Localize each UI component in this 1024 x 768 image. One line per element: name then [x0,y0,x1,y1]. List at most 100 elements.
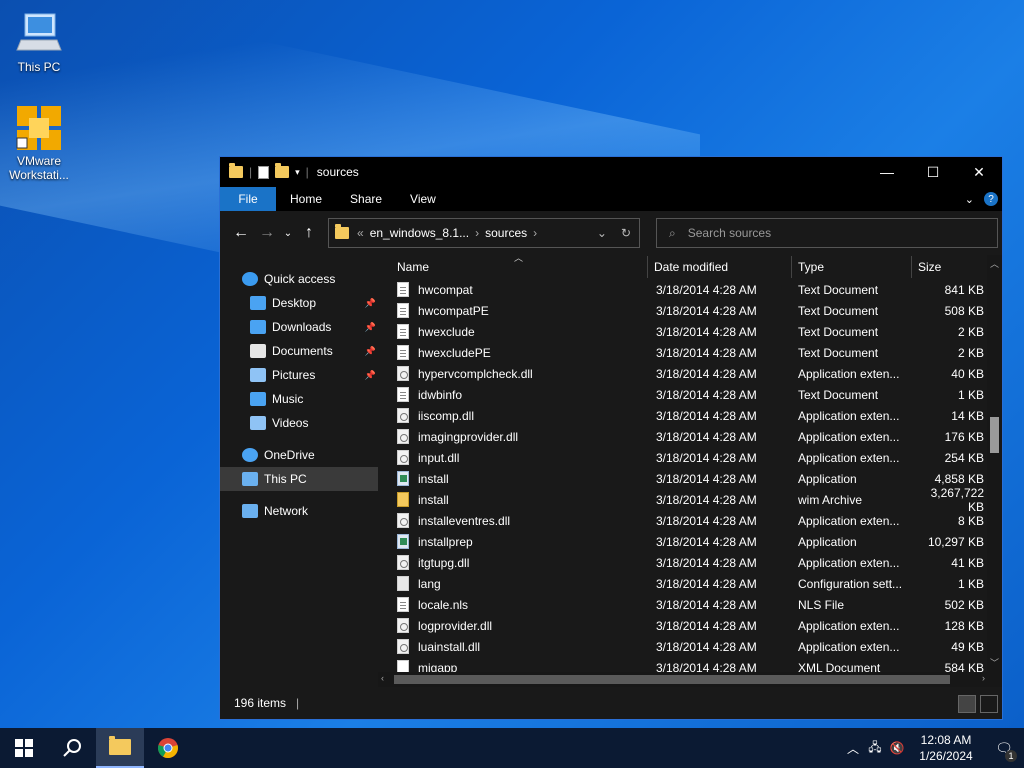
column-header-name[interactable]: Name [378,256,648,278]
chrome-taskbar-button[interactable] [144,728,192,768]
nav-item[interactable]: Quick access [220,267,378,291]
back-arrow-icon[interactable]: ← [228,224,254,242]
file-row[interactable]: input.dll 3/18/2014 4:28 AM Application ex… [378,447,1002,468]
file-name-cell: hwexclude [378,324,648,339]
file-size: 10,297 KB [927,534,984,549]
nav-item[interactable]: Music [220,387,378,411]
tab-file[interactable]: File [220,187,276,211]
file-row[interactable]: installprep 3/18/2014 4:28 AM Application 1… [378,531,1002,552]
nav-item[interactable]: Documents 📌 [220,339,378,363]
file-type: wim Archive [798,492,863,507]
scroll-down-icon[interactable]: ﹀ [987,656,1002,669]
volume-muted-icon[interactable]: 🔇 [886,741,908,755]
file-name: hwexclude [418,324,475,339]
search-taskbar-button[interactable] [48,728,96,768]
refresh-icon[interactable]: ↻ [621,226,631,240]
file-type: Application exten... [798,639,900,654]
address-bar[interactable]: « en_windows_8.1... › sources › ⌄ ↻ [328,218,640,248]
nav-item[interactable]: Downloads 📌 [220,315,378,339]
vertical-scrollbar[interactable]: ︿ ﹀ [987,255,1002,687]
breadcrumb-parent[interactable]: en_windows_8.1... [370,226,469,240]
tab-view[interactable]: View [396,187,450,211]
file-type: Application exten... [798,366,900,381]
file-name: logprovider.dll [418,618,493,633]
file-row[interactable]: luainstall.dll 3/18/2014 4:28 AM Applicati… [378,636,1002,657]
scroll-right-icon[interactable]: › [982,673,985,683]
file-date: 3/18/2014 4:28 AM [656,639,757,654]
file-row[interactable]: installeventres.dll 3/18/2014 4:28 AM Appl… [378,510,1002,531]
file-row[interactable]: idwbinfo 3/18/2014 4:28 AM Text Document 1 … [378,384,1002,405]
horizontal-scrollbar[interactable]: ‹ › [378,672,988,687]
file-name-cell: itgtupg.dll [378,555,648,570]
file-explorer-taskbar-button[interactable] [96,728,144,768]
details-view-icon[interactable] [958,695,976,713]
nav-item[interactable]: OneDrive [220,443,378,467]
column-header-date[interactable]: Date modified [648,256,792,278]
expand-ribbon-icon[interactable]: ⌄ [965,193,974,206]
file-row[interactable]: itgtupg.dll 3/18/2014 4:28 AM Application … [378,552,1002,573]
forward-arrow-icon[interactable]: → [254,224,280,242]
file-row[interactable]: logprovider.dll 3/18/2014 4:28 AM Applicat… [378,615,1002,636]
file-name-cell: input.dll [378,450,648,465]
network-icon[interactable]: 🖧 [864,738,886,759]
file-name-cell: imagingprovider.dll [378,429,648,444]
file-size: 176 KB [944,429,984,444]
title-bar[interactable]: | ▾ | sources — ☐ ✕ [220,157,1002,187]
large-icons-view-icon[interactable] [980,695,998,713]
file-size: 508 KB [944,303,984,318]
column-header-type[interactable]: Type [792,256,912,278]
file-row[interactable]: locale.nls 3/18/2014 4:28 AM NLS File 502 K… [378,594,1002,615]
file-row[interactable]: hwexcludePE 3/18/2014 4:28 AM Text Documen… [378,342,1002,363]
chevron-down-icon[interactable]: ▾ [295,167,300,178]
close-button[interactable]: ✕ [956,157,1002,187]
clock[interactable]: 12:08 AM 1/26/2024 [908,732,984,764]
properties-icon[interactable] [258,165,270,179]
pictures-icon [250,368,266,382]
file-row[interactable]: hypervcomplcheck.dll 3/18/2014 4:28 AM App… [378,363,1002,384]
overflow-chevron[interactable]: « [357,226,364,240]
desktop-icon-this-pc[interactable]: This PC [2,10,76,74]
scrollbar-thumb[interactable] [394,675,950,684]
nav-item[interactable]: Pictures 📌 [220,363,378,387]
new-folder-icon[interactable] [275,163,290,178]
breadcrumb-current[interactable]: sources [485,226,527,240]
file-name: install [418,492,449,507]
file-name: installeventres.dll [418,513,511,528]
scroll-up-icon[interactable]: ︿ [987,257,1002,270]
action-center-button[interactable]: 🗨 1 [984,740,1024,762]
up-arrow-icon[interactable]: ↑ [296,224,322,242]
file-date: 3/18/2014 4:28 AM [656,345,757,360]
file-row[interactable]: lang 3/18/2014 4:28 AM Configuration sett.… [378,573,1002,594]
tab-share[interactable]: Share [336,187,396,211]
pin-icon: 📌 [364,321,376,332]
scroll-left-icon[interactable]: ‹ [381,673,384,683]
show-hidden-icons-icon[interactable]: ︿ [842,740,864,757]
nav-item[interactable]: Videos [220,411,378,435]
nav-item[interactable]: Desktop 📌 [220,291,378,315]
minimize-button[interactable]: — [864,157,910,187]
file-type: Text Document [798,282,879,297]
search-box[interactable]: ⌕ Search sources [656,218,998,248]
nav-item-label: This PC [264,472,307,486]
desktop-icon-vmware[interactable]: VMware Workstati... [2,104,76,182]
column-header-size[interactable]: Size [912,256,984,278]
tab-home[interactable]: Home [276,187,336,211]
file-row[interactable]: hwcompat 3/18/2014 4:28 AM Text Document 84… [378,279,1002,300]
file-row[interactable]: hwexclude 3/18/2014 4:28 AM Text Document 2… [378,321,1002,342]
nav-item[interactable]: Network [220,499,378,523]
file-row[interactable]: install 3/18/2014 4:28 AM wim Archive 3,267… [378,486,1002,514]
nav-item[interactable]: This PC [220,467,378,491]
file-name: hypervcomplcheck.dll [418,366,533,381]
address-dropdown-icon[interactable]: ⌄ [597,226,607,240]
file-row[interactable]: install 3/18/2014 4:28 AM Application 4,858… [378,468,1002,489]
file-row[interactable]: imagingprovider.dll 3/18/2014 4:28 AM Appl… [378,426,1002,447]
maximize-button[interactable]: ☐ [910,157,956,187]
scrollbar-thumb[interactable] [990,417,999,453]
recent-locations-icon[interactable]: ⌄ [280,228,296,239]
file-row[interactable]: hwcompatPE 3/18/2014 4:28 AM Text Document… [378,300,1002,321]
help-icon[interactable]: ? [984,192,998,206]
start-button[interactable] [0,728,48,768]
file-type: Configuration sett... [798,576,903,591]
file-row[interactable]: iiscomp.dll 3/18/2014 4:28 AM Application … [378,405,1002,426]
file-name: installprep [418,534,473,549]
